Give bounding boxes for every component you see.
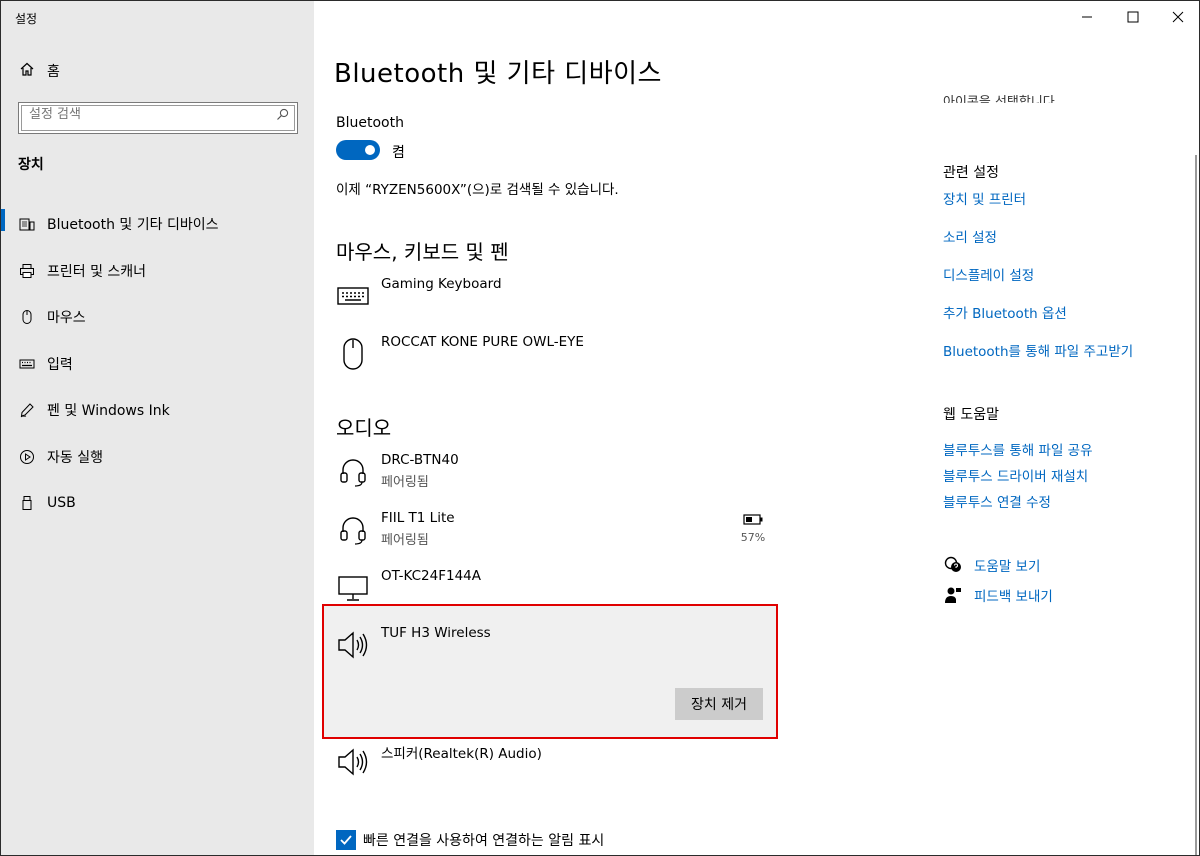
usb-icon [19, 495, 35, 511]
sidebar-item-label: USB [47, 495, 76, 512]
sidebar-item-bluetooth[interactable]: Bluetooth 및 기타 디바이스 [1, 201, 314, 248]
device-name: OT-KC24F144A [381, 568, 481, 584]
related-settings-pane: 아이콘을 선택합니다. 관련 설정 장치 및 프린터 소리 설정 디스플레이 설… [909, 1, 1199, 855]
search-icon[interactable] [276, 108, 289, 125]
help-chat-icon [943, 556, 963, 574]
device-name: 스피커(Realtek(R) Audio) [381, 746, 542, 762]
page-title: Bluetooth 및 기타 디바이스 [334, 59, 662, 89]
section-heading-devices: 장치 [18, 157, 44, 173]
checkmark-icon[interactable] [336, 830, 356, 850]
device-name: Gaming Keyboard [381, 276, 502, 292]
printer-icon [19, 263, 35, 279]
settings-search[interactable] [18, 102, 298, 134]
bluetooth-toggle[interactable] [336, 140, 380, 160]
headset-icon [336, 455, 370, 489]
sidebar-nav: Bluetooth 및 기타 디바이스 프린터 및 스캐너 마우스 입력 펜 및… [1, 201, 314, 527]
link-reinstall-driver[interactable]: 블루투스 드라이버 재설치 [943, 465, 1088, 485]
speaker-icon [336, 745, 370, 779]
monitor-icon [336, 571, 370, 605]
remove-device-button[interactable]: 장치 제거 [675, 688, 763, 720]
link-more-bluetooth-options[interactable]: 추가 Bluetooth 옵션 [943, 302, 1067, 322]
sidebar-item-mouse[interactable]: 마우스 [1, 294, 314, 341]
maximize-icon[interactable] [1119, 5, 1147, 29]
get-help-link[interactable]: 도움말 보기 [943, 555, 1040, 575]
autoplay-icon [19, 449, 35, 465]
bluetooth-label: Bluetooth [336, 115, 404, 131]
feedback-icon [943, 586, 963, 604]
sidebar-item-pen[interactable]: 펜 및 Windows Ink [1, 387, 314, 434]
search-input[interactable] [29, 107, 259, 122]
group-heading-input: 마우스, 키보드 및 펜 [336, 240, 509, 264]
settings-window: 설정 홈 장치 Bluetooth 및 기타 디바이스 [0, 0, 1200, 856]
minimize-icon[interactable] [1073, 5, 1101, 29]
sidebar-item-usb[interactable]: USB [1, 480, 314, 527]
sidebar: 설정 홈 장치 Bluetooth 및 기타 디바이스 [1, 1, 314, 855]
sidebar-item-label: 프린터 및 스캐너 [47, 263, 147, 280]
sidebar-item-label: 입력 [47, 356, 73, 373]
mouse-icon [336, 337, 370, 371]
scrollbar[interactable] [1195, 155, 1197, 855]
device-status: 페어링됨 [381, 475, 429, 490]
device-name: TUF H3 Wireless [381, 625, 491, 641]
link-fix-connection[interactable]: 블루투스 연결 수정 [943, 491, 1051, 511]
battery-indicator: 57% [738, 510, 768, 544]
link-share-files-bluetooth[interactable]: 블루투스를 통해 파일 공유 [943, 439, 1093, 459]
link-devices-printers[interactable]: 장치 및 프린터 [943, 188, 1026, 208]
close-icon[interactable] [1164, 5, 1192, 29]
app-title: 설정 [15, 12, 38, 26]
clipped-text: 아이콘을 선택합니다. [943, 95, 1059, 103]
sidebar-item-label: 펜 및 Windows Ink [47, 403, 170, 420]
home-label: 홈 [47, 64, 60, 80]
device-name: ROCCAT KONE PURE OWL-EYE [381, 334, 584, 350]
related-settings-heading: 관련 설정 [943, 165, 999, 181]
keyboard-icon [336, 279, 370, 313]
mouse-icon [19, 309, 35, 325]
headset-icon [336, 513, 370, 547]
sidebar-item-autoplay[interactable]: 자동 실행 [1, 434, 314, 481]
device-name: FIIL T1 Lite [381, 510, 455, 526]
keyboard-icon [19, 356, 35, 372]
send-feedback-link[interactable]: 피드백 보내기 [943, 585, 1053, 605]
bluetooth-toggle-state: 켬 [392, 145, 405, 161]
home-link[interactable]: 홈 [19, 61, 60, 81]
link-send-receive-files[interactable]: Bluetooth를 통해 파일 주고받기 [943, 340, 1133, 360]
device-status: 페어링됨 [381, 533, 429, 548]
device-name: DRC-BTN40 [381, 452, 459, 468]
web-help-heading: 웹 도움말 [943, 407, 999, 423]
speaker-icon [336, 628, 370, 662]
pen-icon [19, 402, 35, 418]
send-feedback-label: 피드백 보내기 [974, 589, 1053, 605]
link-display-settings[interactable]: 디스플레이 설정 [943, 264, 1034, 284]
swift-pair-checkbox[interactable]: 빠른 연결을 사용하여 연결하는 알림 표시 [336, 830, 604, 850]
battery-icon [743, 510, 763, 529]
main-content: Bluetooth 및 기타 디바이스 Bluetooth 켬 이제 “RYZE… [314, 1, 909, 855]
sidebar-item-label: 마우스 [47, 310, 86, 327]
sidebar-item-label: Bluetooth 및 기타 디바이스 [47, 217, 219, 234]
discoverable-text: 이제 “RYZEN5600X”(으)로 검색될 수 있습니다. [336, 182, 619, 198]
sidebar-item-typing[interactable]: 입력 [1, 341, 314, 388]
selected-device-panel[interactable]: TUF H3 Wireless 장치 제거 [322, 604, 778, 739]
battery-percent: 57% [740, 531, 766, 544]
swift-pair-label: 빠른 연결을 사용하여 연결하는 알림 표시 [363, 833, 605, 849]
group-heading-audio: 오디오 [336, 416, 392, 440]
link-sound-settings[interactable]: 소리 설정 [943, 226, 997, 246]
bluetooth-devices-icon [19, 216, 35, 232]
get-help-label: 도움말 보기 [974, 559, 1041, 575]
sidebar-item-printers[interactable]: 프린터 및 스캐너 [1, 248, 314, 295]
home-icon [19, 61, 35, 81]
sidebar-item-label: 자동 실행 [47, 449, 103, 466]
